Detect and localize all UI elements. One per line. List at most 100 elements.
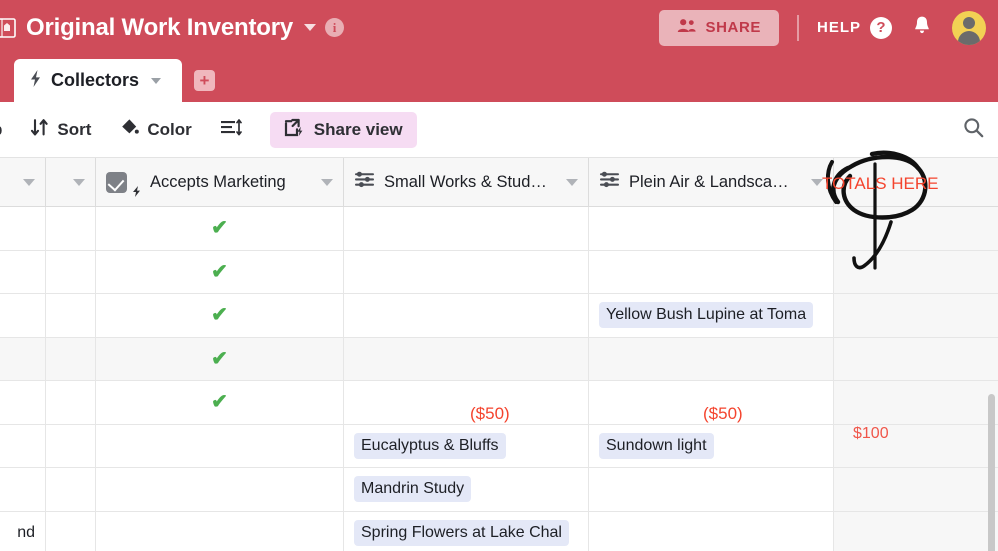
column-header-1[interactable] — [46, 158, 96, 206]
table-row[interactable]: ✔ — [0, 337, 998, 381]
row-cell-left-text: nd — [17, 523, 35, 541]
row-cell-accepts-marketing[interactable]: ✔ — [96, 207, 344, 250]
color-button[interactable]: Color — [119, 118, 192, 142]
column-header-empty — [834, 158, 998, 206]
linked-record-chip[interactable]: Mandrin Study — [354, 476, 472, 503]
tab-collectors[interactable]: Collectors — [14, 59, 182, 102]
grid-header-row: Accepts Marketing Small Works & Stud… Pl… — [0, 158, 998, 207]
table-row[interactable]: Eucalyptus & Bluffs Sundown light — [0, 424, 998, 468]
row-cell-narrow[interactable] — [46, 294, 96, 337]
row-cell-plein-air[interactable] — [589, 337, 834, 380]
linked-record-chip[interactable]: Spring Flowers at Lake Chal — [354, 519, 569, 546]
linked-record-chip[interactable]: Eucalyptus & Bluffs — [354, 432, 506, 459]
row-cell-left[interactable] — [0, 337, 46, 380]
info-icon[interactable]: i — [325, 18, 345, 37]
sort-arrows-icon — [30, 118, 49, 142]
row-cell-small-works[interactable]: Mandrin Study — [344, 468, 589, 511]
column-1-chevron-down-icon[interactable] — [73, 178, 85, 186]
row-cell-accepts-marketing[interactable] — [96, 511, 344, 551]
column-0-chevron-down-icon[interactable] — [23, 178, 35, 186]
row-cell-left[interactable] — [0, 207, 46, 250]
tab-bar: Collectors — [0, 55, 998, 144]
row-cell-empty — [834, 511, 998, 551]
view-toolbar: p Sort Color — [0, 102, 998, 158]
vertical-scrollbar[interactable] — [988, 394, 995, 551]
table-row[interactable]: Mandrin Study — [0, 468, 998, 512]
table-row[interactable]: ✔ — [0, 381, 998, 425]
share-button-label: SHARE — [705, 19, 761, 36]
column-3-chevron-down-icon[interactable] — [566, 178, 578, 186]
linked-record-chip[interactable]: Sundown light — [599, 432, 714, 459]
column-header-plein-air[interactable]: Plein Air & Landsca… — [589, 158, 834, 206]
row-cell-accepts-marketing[interactable]: ✔ — [96, 381, 344, 424]
row-cell-plein-air[interactable]: Sundown light — [589, 424, 834, 467]
column-header-accepts-marketing[interactable]: Accepts Marketing — [96, 158, 344, 206]
lightning-icon — [28, 69, 43, 93]
row-cell-small-works[interactable]: Spring Flowers at Lake Chal — [344, 511, 589, 551]
table-row[interactable]: ✔ Yellow Bush Lupine at Toma — [0, 294, 998, 338]
row-cell-small-works[interactable] — [344, 294, 589, 337]
help-label[interactable]: HELP — [817, 19, 861, 36]
row-cell-plein-air[interactable] — [589, 468, 834, 511]
row-cell-plein-air[interactable] — [589, 381, 834, 424]
row-cell-left[interactable] — [0, 424, 46, 467]
row-height-button[interactable] — [220, 118, 242, 142]
row-cell-small-works[interactable]: Eucalyptus & Bluffs — [344, 424, 589, 467]
help-question-icon[interactable]: ? — [870, 16, 892, 39]
row-cell-accepts-marketing[interactable] — [96, 468, 344, 511]
column-4-chevron-down-icon[interactable] — [811, 178, 823, 186]
row-cell-narrow[interactable] — [46, 424, 96, 467]
row-cell-plein-air[interactable]: Yellow Bush Lupine at Toma — [589, 294, 834, 337]
checkmark-icon: ✔ — [211, 260, 228, 283]
row-cell-left[interactable]: nd — [0, 511, 46, 551]
row-cell-left[interactable] — [0, 381, 46, 424]
tab-chevron-down-icon[interactable] — [151, 77, 162, 84]
paint-bucket-icon — [119, 118, 140, 142]
row-cell-empty — [834, 207, 998, 250]
row-cell-left[interactable] — [0, 468, 46, 511]
workbook-chevron-down-icon[interactable] — [304, 24, 317, 31]
group-button-partial-label[interactable]: p — [0, 120, 2, 140]
share-view-icon — [284, 118, 305, 142]
row-cell-narrow[interactable] — [46, 511, 96, 551]
user-avatar[interactable] — [952, 10, 986, 45]
row-cell-narrow[interactable] — [46, 207, 96, 250]
column-header-label: Accepts Marketing — [150, 172, 286, 191]
column-header-small-works[interactable]: Small Works & Stud… — [344, 158, 589, 206]
row-cell-empty — [834, 337, 998, 380]
row-cell-plein-air[interactable] — [589, 250, 834, 293]
table-row[interactable]: nd Spring Flowers at Lake Chal — [0, 511, 998, 551]
row-cell-empty — [834, 424, 998, 467]
row-cell-narrow[interactable] — [46, 381, 96, 424]
search-icon[interactable] — [963, 117, 984, 143]
row-cell-narrow[interactable] — [46, 250, 96, 293]
lightning-badge-icon — [132, 184, 141, 197]
linked-record-chip[interactable]: Yellow Bush Lupine at Toma — [599, 302, 814, 329]
column-2-chevron-down-icon[interactable] — [321, 178, 333, 186]
row-cell-narrow[interactable] — [46, 468, 96, 511]
bell-icon[interactable] — [912, 15, 932, 41]
share-view-button[interactable]: Share view — [269, 111, 417, 148]
share-button[interactable]: SHARE — [659, 9, 779, 46]
row-cell-accepts-marketing[interactable]: ✔ — [96, 337, 344, 380]
add-tab-button[interactable]: + — [194, 70, 215, 91]
row-cell-small-works[interactable] — [344, 381, 589, 424]
row-cell-accepts-marketing[interactable]: ✔ — [96, 250, 344, 293]
row-cell-narrow[interactable] — [46, 337, 96, 380]
row-cell-plein-air[interactable] — [589, 207, 834, 250]
table-row[interactable]: ✔ — [0, 250, 998, 294]
row-cell-small-works[interactable] — [344, 337, 589, 380]
row-cell-left[interactable] — [0, 250, 46, 293]
workbook-icon — [0, 17, 18, 39]
row-cell-accepts-marketing[interactable]: ✔ — [96, 294, 344, 337]
top-bar-actions: SHARE HELP ? — [659, 9, 998, 46]
sort-button[interactable]: Sort — [30, 118, 91, 142]
column-header-0[interactable] — [0, 158, 46, 206]
checkmark-icon: ✔ — [211, 391, 228, 414]
row-cell-small-works[interactable] — [344, 250, 589, 293]
row-cell-plein-air[interactable] — [589, 511, 834, 551]
row-cell-left[interactable] — [0, 294, 46, 337]
row-cell-small-works[interactable] — [344, 207, 589, 250]
row-cell-accepts-marketing[interactable] — [96, 424, 344, 467]
table-row[interactable]: ✔ — [0, 207, 998, 251]
